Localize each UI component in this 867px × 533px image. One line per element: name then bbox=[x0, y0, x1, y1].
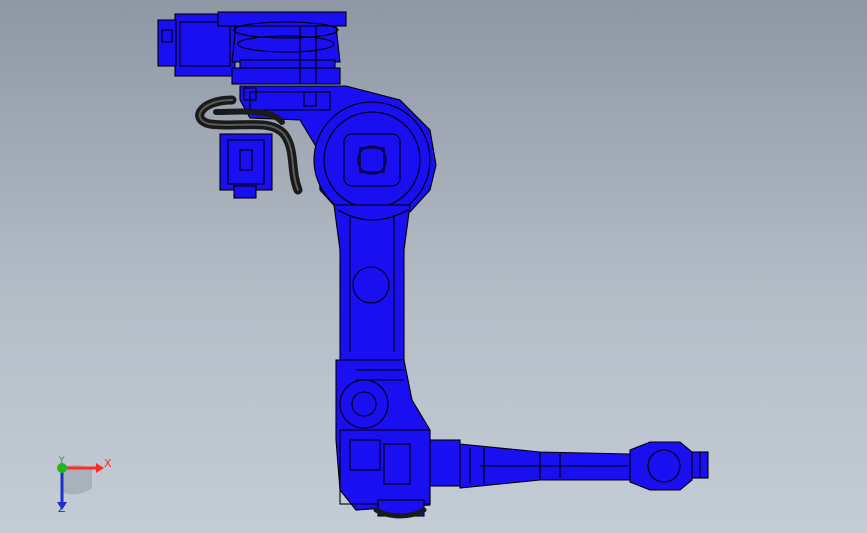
robot-arm-model[interactable] bbox=[0, 0, 867, 533]
y-axis-label: Y bbox=[59, 456, 65, 466]
axis2-motor[interactable] bbox=[219, 133, 273, 199]
z-axis-label: Z bbox=[58, 502, 66, 515]
x-axis-arrowhead bbox=[96, 463, 104, 473]
forearm[interactable] bbox=[429, 439, 631, 489]
base-turntable[interactable] bbox=[217, 11, 347, 85]
coordinate-triad bbox=[57, 463, 104, 510]
x-axis-label: X bbox=[104, 457, 112, 470]
wrist-flange[interactable] bbox=[629, 441, 709, 491]
elbow-housing[interactable] bbox=[335, 359, 431, 517]
lower-arm[interactable] bbox=[333, 204, 411, 361]
graphics-viewport[interactable]: X Y Z bbox=[0, 0, 867, 533]
